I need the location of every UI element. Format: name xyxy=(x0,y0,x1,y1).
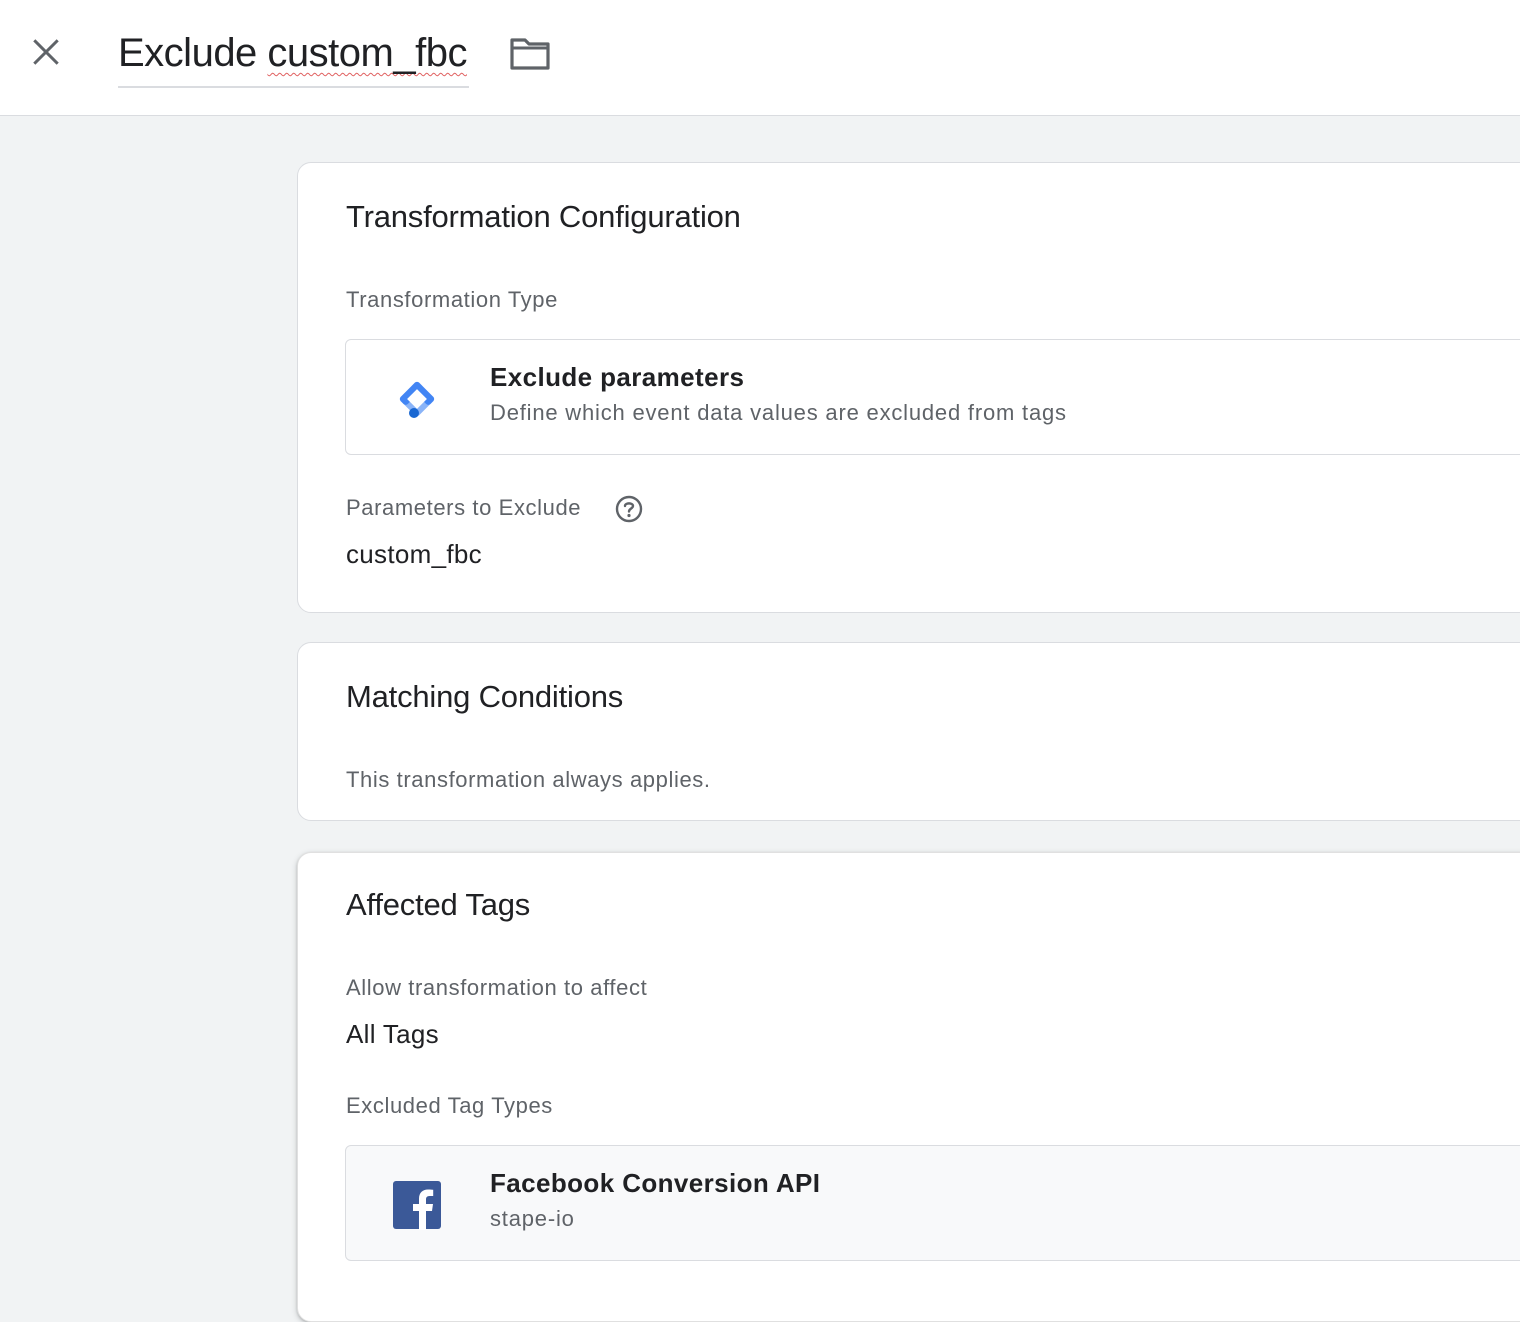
option-title: Exclude parameters xyxy=(490,362,745,392)
allow-transformation-value: All Tags xyxy=(346,1019,439,1049)
card-title: Affected Tags xyxy=(346,887,531,922)
transformation-type-label: Transformation Type xyxy=(346,287,558,312)
tag-type-title: Facebook Conversion API xyxy=(490,1168,821,1198)
excluded-tag-types-label: Excluded Tag Types xyxy=(346,1093,553,1118)
matching-conditions-description: This transformation always applies. xyxy=(346,767,711,792)
close-icon xyxy=(33,39,59,65)
misspelled-word: custom_fbc xyxy=(267,31,467,75)
card-title: Transformation Configuration xyxy=(346,199,741,234)
tag-manager-icon xyxy=(390,372,444,426)
page-title: Exclude custom_fbc xyxy=(118,31,467,75)
tag-type-vendor: stape-io xyxy=(490,1206,575,1231)
affected-tags-card[interactable]: Affected Tags Allow transformation to af… xyxy=(297,852,1520,1322)
editor-header: Exclude custom_fbc xyxy=(0,0,1520,116)
help-icon[interactable] xyxy=(614,494,644,524)
facebook-icon xyxy=(390,1178,444,1232)
transformation-type-option[interactable]: Exclude parameters Define which event da… xyxy=(345,339,1520,455)
excluded-tag-type-item[interactable]: Facebook Conversion API stape-io xyxy=(345,1145,1520,1261)
option-description: Define which event data values are exclu… xyxy=(490,400,1067,425)
parameters-to-exclude-value: custom_fbc xyxy=(346,539,482,569)
allow-transformation-label: Allow transformation to affect xyxy=(346,975,648,1000)
card-title: Matching Conditions xyxy=(346,679,624,714)
matching-conditions-card[interactable]: Matching Conditions This transformation … xyxy=(297,642,1520,821)
transformation-configuration-card[interactable]: Transformation Configuration Transformat… xyxy=(297,162,1520,613)
transformation-name-input[interactable]: Exclude custom_fbc xyxy=(118,26,469,88)
parameters-to-exclude-label: Parameters to Exclude xyxy=(346,495,582,520)
folder-icon xyxy=(510,38,550,70)
close-button[interactable] xyxy=(22,30,70,74)
folder-button[interactable] xyxy=(506,32,554,76)
